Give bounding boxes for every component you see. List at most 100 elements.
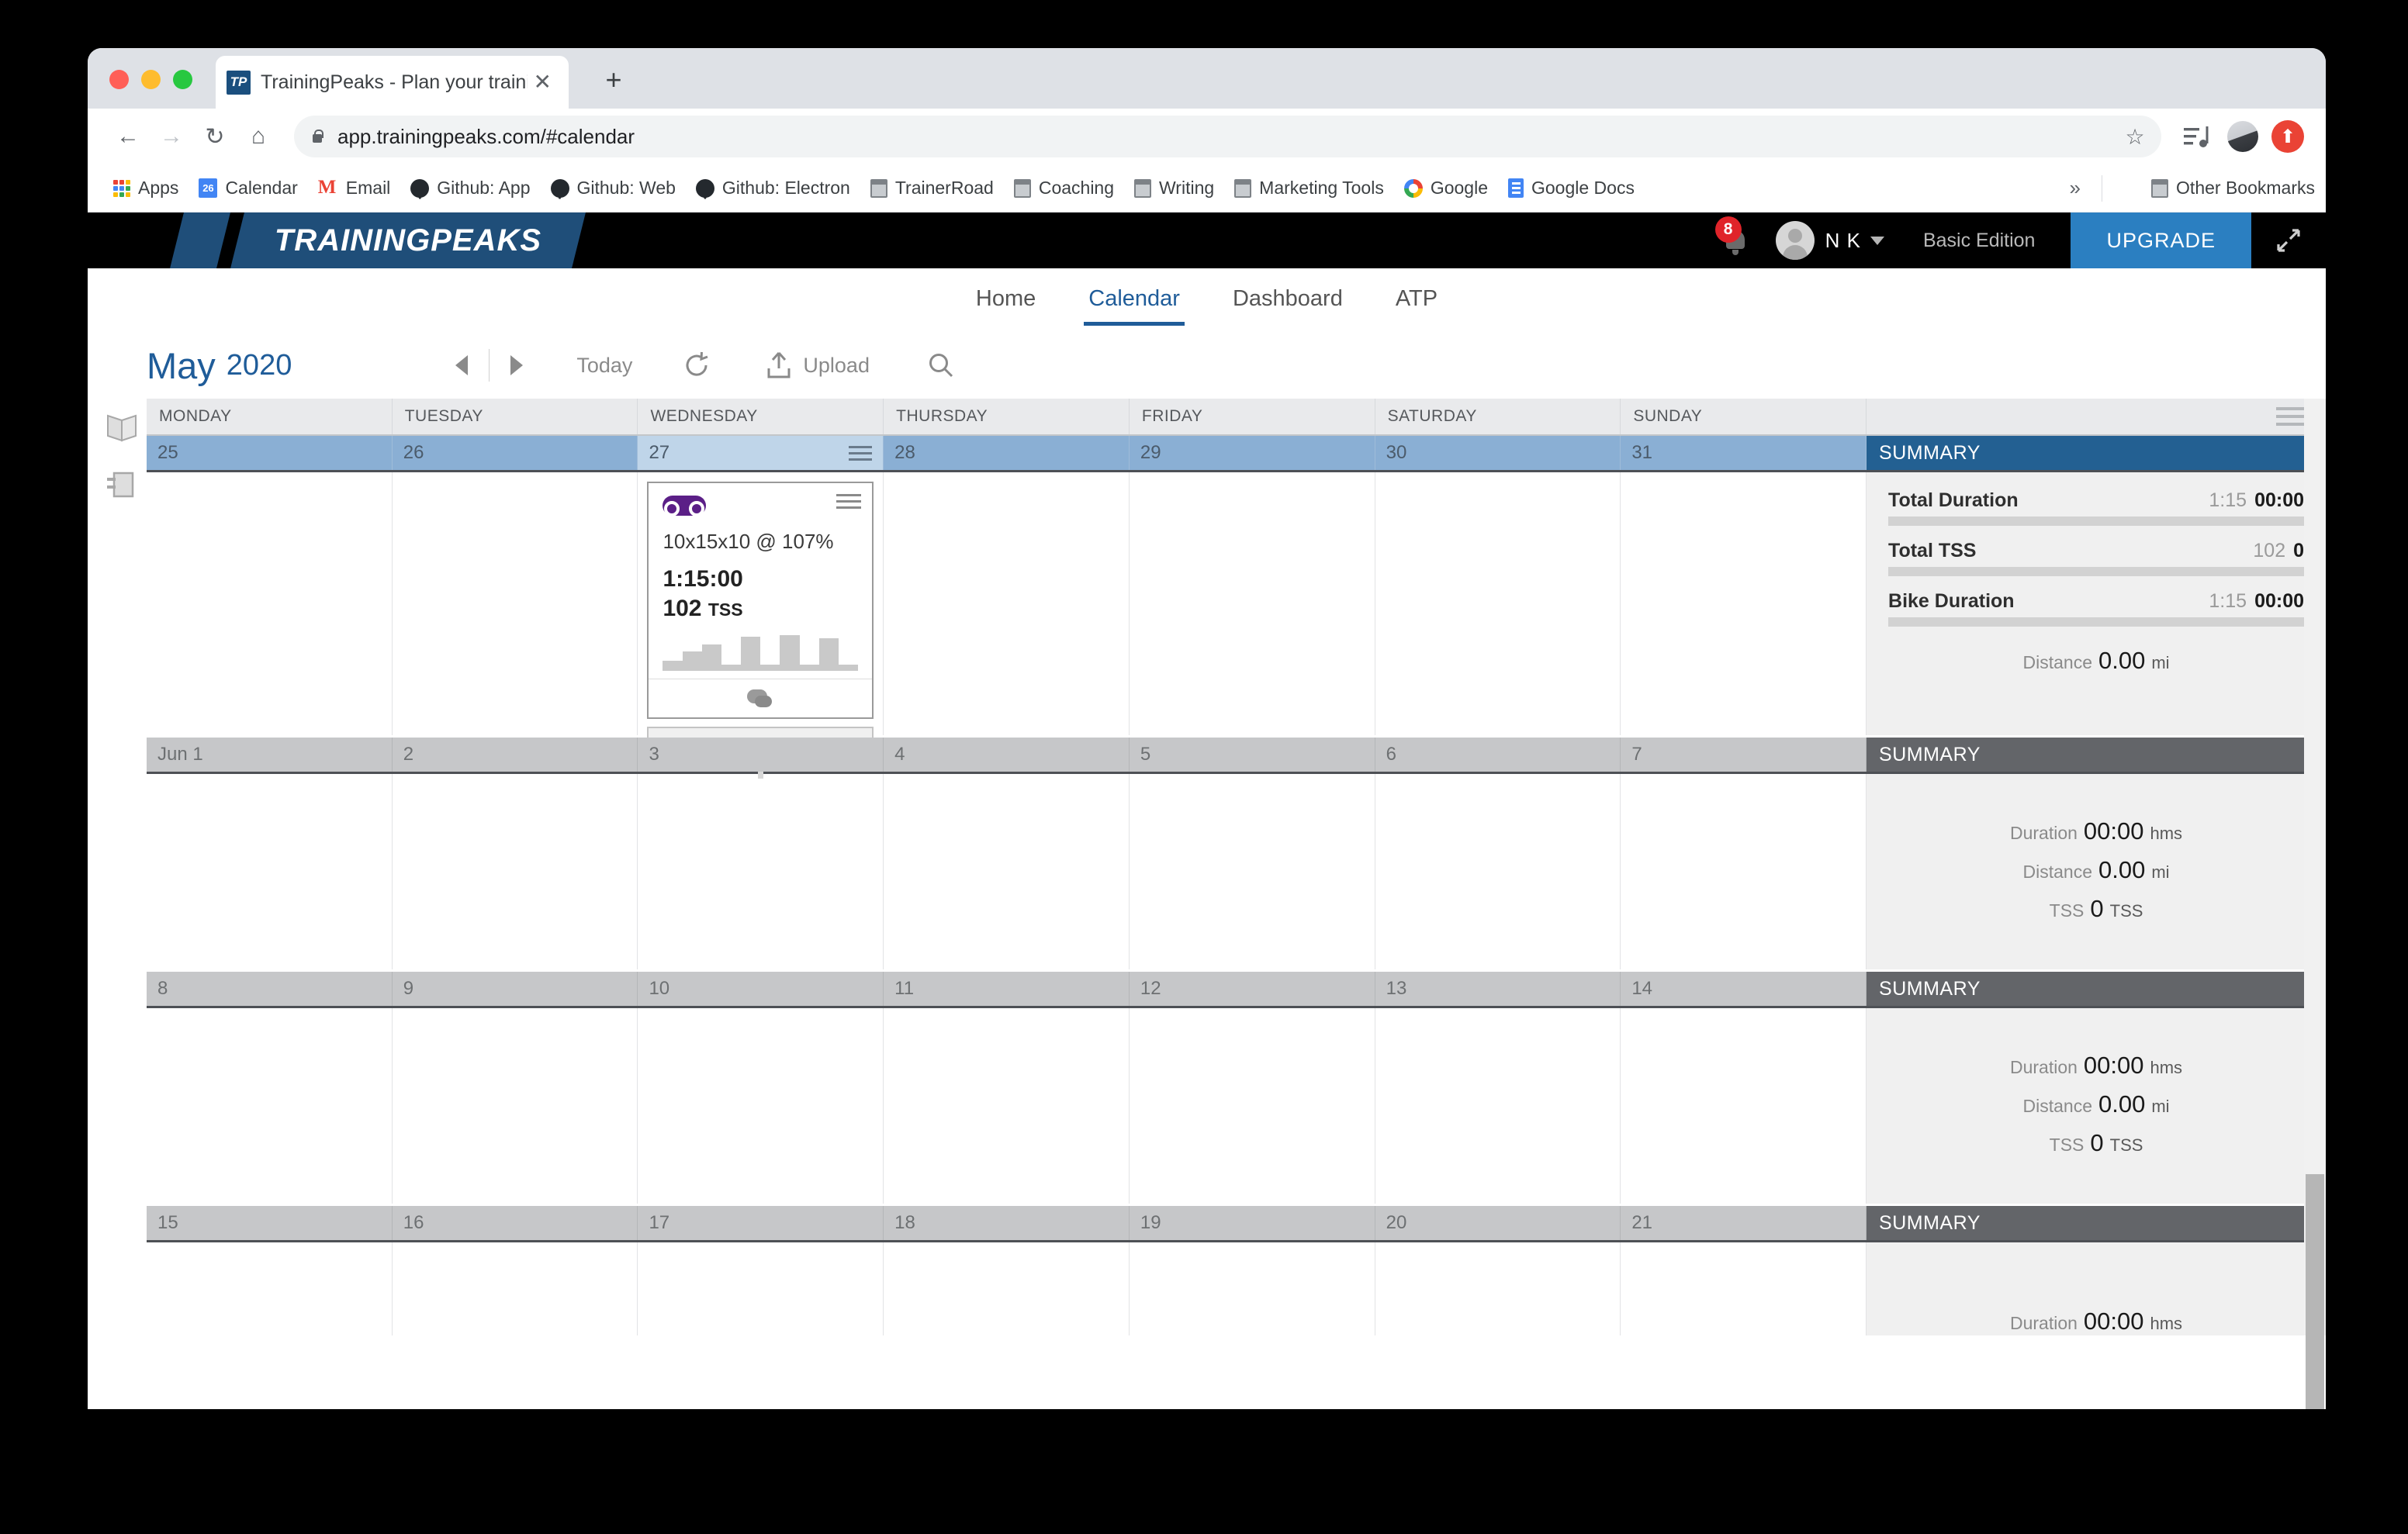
day-cell[interactable] [147, 1242, 393, 1335]
day-header[interactable]: 4 [884, 738, 1130, 772]
day-cell[interactable] [884, 1008, 1130, 1204]
day-header[interactable]: 6 [1375, 738, 1621, 772]
bookmark-marketing-tools[interactable]: Marketing Tools [1224, 164, 1394, 212]
search-icon[interactable] [927, 351, 955, 379]
new-tab-button[interactable]: + [596, 62, 631, 98]
panel-toggle-icon[interactable] [105, 470, 139, 501]
bookmark-github-web[interactable]: Github: Web [541, 164, 686, 212]
day-cell[interactable] [884, 472, 1130, 735]
day-cell[interactable] [1129, 774, 1375, 969]
day-cell[interactable] [1129, 472, 1375, 735]
workout-menu-icon[interactable] [836, 494, 862, 509]
bookmark-other-bookmarks[interactable]: Other Bookmarks [2151, 178, 2315, 199]
day-cell[interactable] [1129, 1242, 1375, 1335]
day-header[interactable]: 28 [884, 436, 1130, 470]
day-cell[interactable] [392, 774, 638, 969]
day-cell[interactable] [1621, 472, 1867, 735]
day-header[interactable]: 2 [392, 738, 638, 772]
close-window-button[interactable] [109, 70, 129, 89]
bookmark-email[interactable]: M Email [308, 164, 401, 212]
forward-icon[interactable]: → [150, 115, 193, 158]
bookmarks-overflow-button[interactable]: » [2057, 176, 2093, 200]
day-cell[interactable] [392, 1008, 638, 1204]
day-header[interactable]: 15 [147, 1206, 393, 1240]
tab-calendar[interactable]: Calendar [1084, 275, 1185, 326]
day-header[interactable]: 14 [1621, 972, 1867, 1006]
day-cell[interactable] [1621, 774, 1867, 969]
bookmark-google[interactable]: Google [1394, 164, 1498, 212]
day-header[interactable]: 31 [1621, 436, 1867, 470]
expand-arrows-icon[interactable] [2251, 212, 2326, 268]
day-cell[interactable] [1375, 1008, 1621, 1204]
day-cell[interactable] [638, 1008, 884, 1204]
tab-atp[interactable]: ATP [1391, 275, 1442, 326]
day-header[interactable]: 10 [638, 972, 884, 1006]
day-header[interactable]: 5 [1129, 738, 1375, 772]
day-cell[interactable] [1375, 774, 1621, 969]
day-cell-with-workout[interactable]: 10x15x10 @ 107% 1:15:00 102 TSS [638, 472, 884, 798]
day-cell[interactable] [1621, 1242, 1867, 1335]
library-book-icon[interactable] [105, 413, 139, 444]
scrollbar-thumb[interactable] [2306, 1174, 2324, 1409]
bookmark-github-app[interactable]: Github: App [400, 164, 540, 212]
day-header[interactable]: 18 [884, 1206, 1130, 1240]
day-header[interactable]: 7 [1621, 738, 1867, 772]
day-cell[interactable] [147, 774, 393, 969]
day-header[interactable]: 16 [392, 1206, 638, 1240]
bookmark-coaching[interactable]: Coaching [1004, 164, 1124, 212]
upload-button[interactable]: Upload [766, 351, 870, 379]
profile-avatar[interactable] [2223, 117, 2262, 156]
workout-card[interactable]: 10x15x10 @ 107% 1:15:00 102 TSS [647, 482, 874, 719]
app-logo[interactable]: TRAININGPEAKS [170, 212, 586, 268]
day-cell[interactable] [1129, 1008, 1375, 1204]
day-header[interactable]: 26 [392, 436, 638, 470]
day-cell[interactable] [884, 1242, 1130, 1335]
address-bar[interactable]: app.trainingpeaks.com/#calendar ☆ [294, 116, 2161, 157]
previous-month-button[interactable] [439, 343, 484, 388]
today-button[interactable]: Today [576, 354, 632, 378]
bookmark-trainerroad[interactable]: TrainerRoad [860, 164, 1004, 212]
day-header[interactable]: 13 [1375, 972, 1621, 1006]
day-header[interactable]: 17 [638, 1206, 884, 1240]
day-header[interactable]: 19 [1129, 1206, 1375, 1240]
day-cell[interactable] [392, 472, 638, 735]
day-cell[interactable] [1375, 1242, 1621, 1335]
day-header[interactable]: 12 [1129, 972, 1375, 1006]
reload-icon[interactable]: ↻ [193, 115, 237, 158]
vertical-scrollbar[interactable] [2304, 399, 2326, 1409]
day-header[interactable]: 30 [1375, 436, 1621, 470]
close-icon[interactable]: ✕ [528, 71, 558, 93]
day-cell[interactable] [392, 1242, 638, 1335]
day-header-today[interactable]: 27 [638, 436, 884, 470]
day-options-icon[interactable] [849, 445, 873, 461]
day-header[interactable]: 20 [1375, 1206, 1621, 1240]
browser-tab[interactable]: TP TrainingPeaks - Plan your traini ✕ [216, 56, 569, 109]
day-header[interactable]: 11 [884, 972, 1130, 1006]
back-icon[interactable]: ← [106, 115, 150, 158]
day-cell[interactable] [1375, 472, 1621, 735]
bookmark-google-docs[interactable]: Google Docs [1498, 164, 1645, 212]
user-name[interactable]: N K [1825, 229, 1861, 253]
star-icon[interactable]: ☆ [2118, 119, 2152, 154]
reading-list-icon[interactable] [2178, 117, 2217, 156]
day-header[interactable]: 21 [1621, 1206, 1867, 1240]
tab-home[interactable]: Home [971, 275, 1040, 326]
day-cell[interactable] [147, 1008, 393, 1204]
day-header[interactable]: 3 [638, 738, 884, 772]
avatar[interactable] [1775, 221, 1815, 260]
chevron-down-icon[interactable] [1870, 236, 1884, 245]
day-cell[interactable] [638, 1242, 884, 1335]
maximize-window-button[interactable] [173, 70, 192, 89]
minimize-window-button[interactable] [141, 70, 161, 89]
bookmark-calendar[interactable]: 26 Calendar [189, 164, 307, 212]
tab-dashboard[interactable]: Dashboard [1228, 275, 1348, 326]
day-cell[interactable] [147, 472, 393, 735]
update-icon[interactable]: ⬆ [2268, 117, 2307, 156]
day-header[interactable]: 25 [147, 436, 393, 470]
home-icon[interactable]: ⌂ [237, 115, 280, 158]
refresh-icon[interactable] [682, 351, 711, 380]
bookmark-writing[interactable]: Writing [1124, 164, 1224, 212]
bookmark-github-electron[interactable]: Github: Electron [686, 164, 860, 212]
next-month-button[interactable] [494, 343, 539, 388]
workout-comments[interactable] [649, 679, 873, 717]
